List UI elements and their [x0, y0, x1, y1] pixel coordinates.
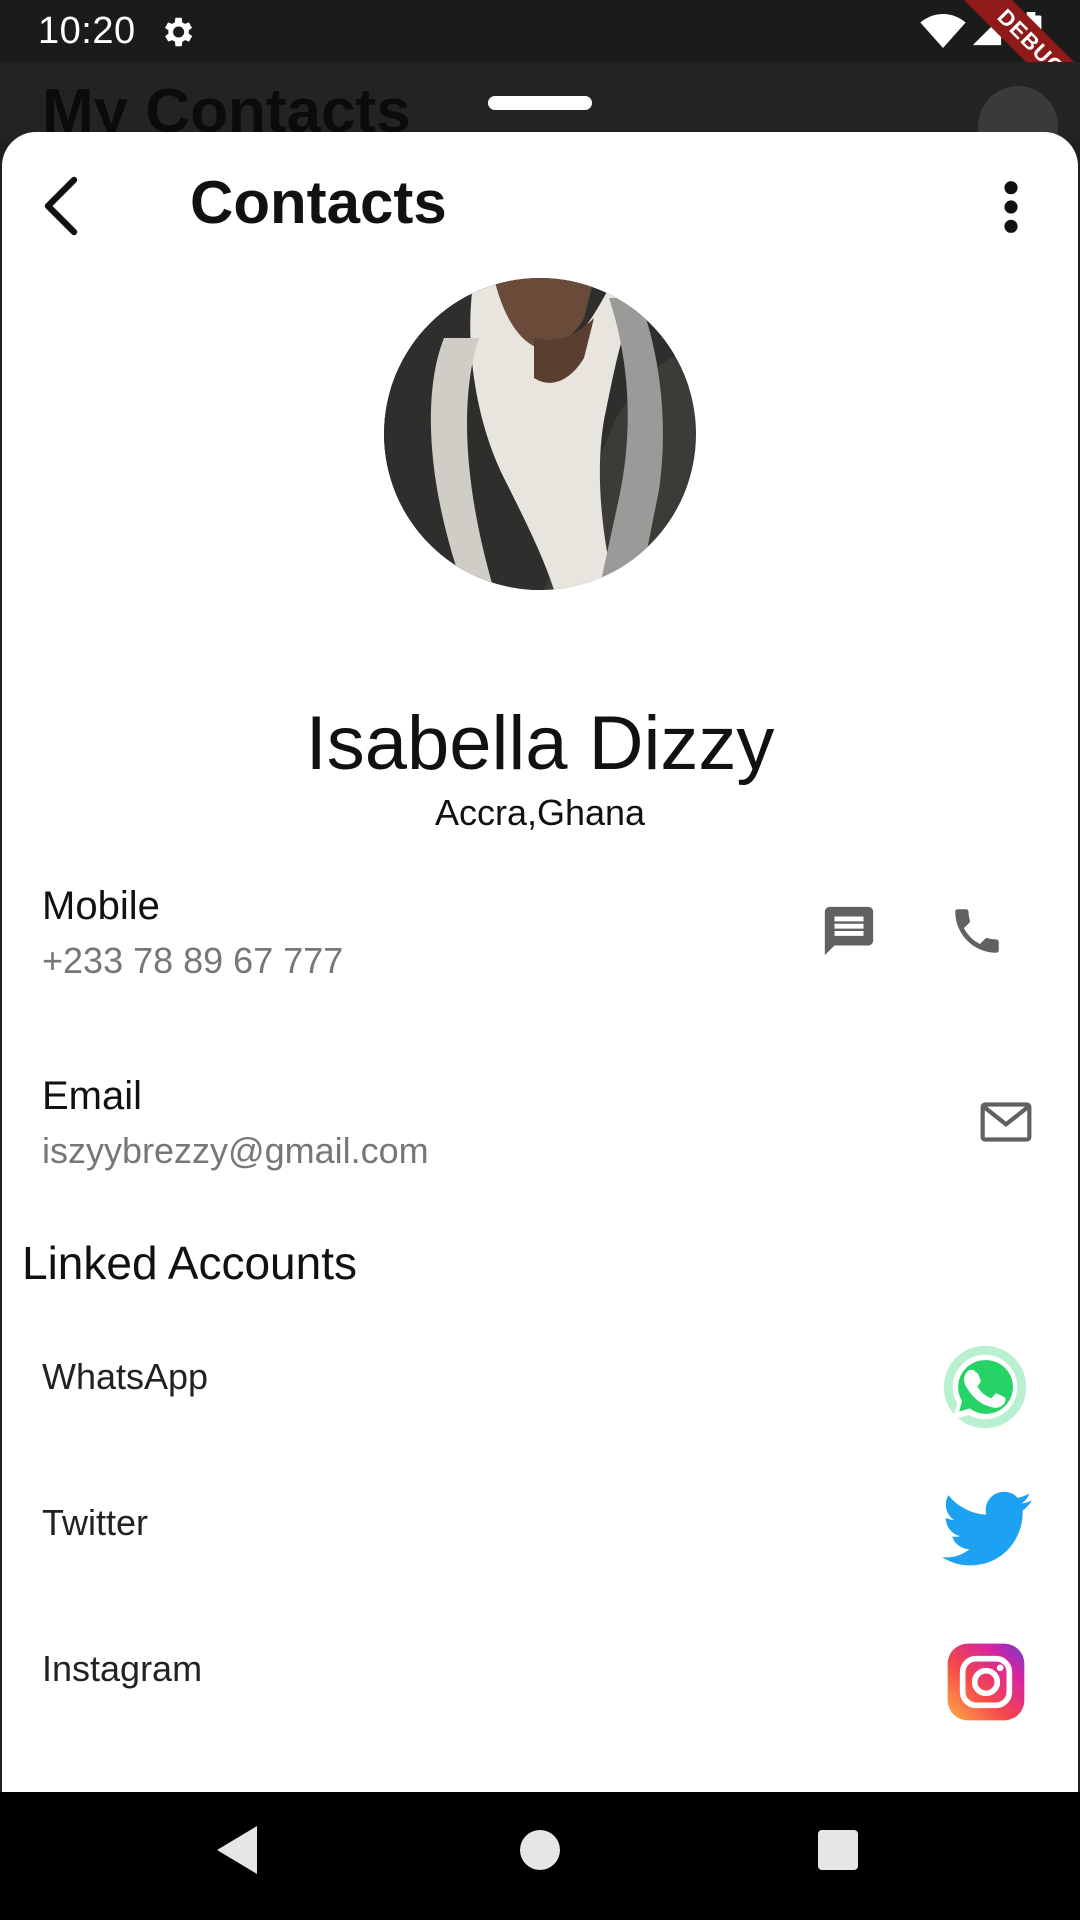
sheet-drag-handle[interactable] [488, 96, 592, 110]
message-icon[interactable] [820, 902, 878, 960]
more-vert-icon[interactable] [988, 178, 1034, 236]
contact-location: Accra,Ghana [434, 792, 646, 833]
avatar-photo [384, 278, 696, 590]
linked-accounts-title: Linked Accounts [22, 1237, 358, 1289]
contact-detail-sheet: Contacts Isabella Dizzy Accra,Ghana Mobi… [2, 132, 1078, 1792]
mobile-number[interactable]: +233 78 89 67 777 [42, 940, 343, 982]
phone-icon[interactable] [948, 902, 1006, 960]
contact-name: Isabella Dizzy [305, 701, 775, 786]
back-arrow-icon[interactable] [38, 174, 86, 238]
email-address[interactable]: iszyybrezzy@gmail.com [42, 1130, 429, 1172]
whatsapp-icon[interactable] [942, 1344, 1028, 1430]
nav-recents-icon[interactable] [818, 1830, 858, 1870]
mail-outline-icon[interactable] [978, 1094, 1034, 1150]
mobile-label: Mobile [42, 884, 160, 928]
twitter-label[interactable]: Twitter [42, 1502, 148, 1544]
contact-avatar [384, 278, 696, 590]
whatsapp-label[interactable]: WhatsApp [42, 1356, 208, 1398]
instagram-label[interactable]: Instagram [42, 1648, 202, 1690]
nav-back-icon[interactable] [216, 1826, 258, 1874]
wifi-icon [920, 14, 966, 48]
status-bar: 10:20 DEBUG [0, 0, 1080, 130]
page-title: Contacts [190, 169, 447, 236]
system-navigation-bar [0, 1792, 1080, 1920]
email-label: Email [42, 1074, 143, 1118]
instagram-icon[interactable] [946, 1642, 1026, 1722]
nav-home-icon[interactable] [520, 1830, 560, 1870]
status-time: 10:20 [38, 10, 136, 52]
twitter-icon[interactable] [942, 1490, 1032, 1568]
settings-gear-icon [164, 17, 193, 47]
